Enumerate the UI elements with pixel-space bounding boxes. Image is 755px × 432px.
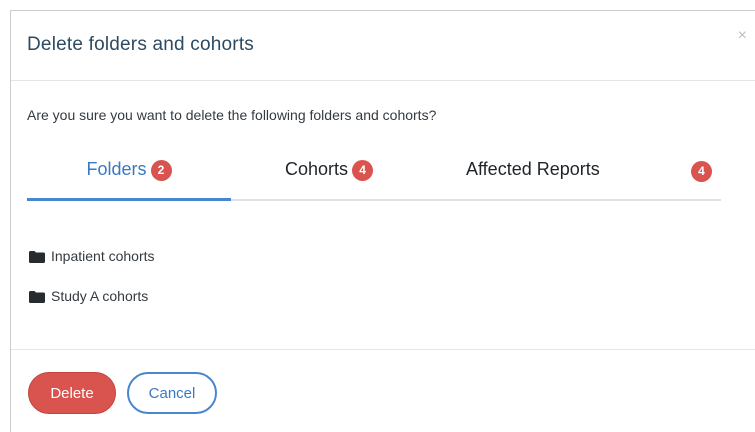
tab-affected-reports-count-badge: 4 [691,161,712,182]
dialog-footer: Delete Cancel [11,349,755,432]
delete-dialog: Delete folders and cohorts × Are you sur… [10,10,755,432]
folder-name: Inpatient cohorts [51,247,155,264]
tab-bar: Folders 2 Cohorts 4 Affected Reports 4 [27,151,721,201]
tab-affected-reports[interactable]: Affected Reports [466,151,600,199]
folder-icon [29,290,45,303]
list-item: Inpatient cohorts [29,245,155,266]
tab-cohorts-label: Cohorts [285,159,349,179]
tab-cohorts-count-badge: 4 [352,160,374,181]
confirmation-prompt: Are you sure you want to delete the foll… [27,107,437,123]
folder-name: Study A cohorts [51,287,149,304]
dialog-header: Delete folders and cohorts × [11,11,755,81]
dialog-title: Delete folders and cohorts [27,34,254,55]
active-tab-indicator [27,198,231,201]
cancel-button[interactable]: Cancel [127,372,217,414]
folder-icon [29,250,45,263]
tab-folders-count-badge: 2 [150,160,172,181]
list-item: Study A cohorts [29,285,155,306]
close-icon[interactable]: × [738,27,747,45]
tab-affected-reports-label: Affected Reports [466,159,600,179]
folder-list: Inpatient cohorts Study A cohorts [29,245,155,325]
delete-button[interactable]: Delete [28,372,116,414]
tab-folders[interactable]: Folders 2 [27,151,231,201]
tab-cohorts[interactable]: Cohorts 4 [285,151,374,199]
tab-folders-label: Folders [86,159,147,179]
